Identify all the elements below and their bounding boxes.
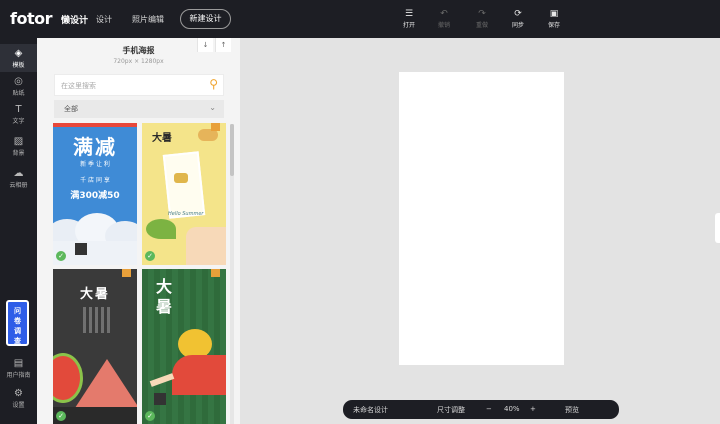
redo-button[interactable]: ↷ 重做 — [467, 8, 497, 29]
rail-item-templates[interactable]: ◈ 模板 — [0, 44, 37, 72]
rail-item-stickers[interactable]: ◎ 贴纸 — [0, 76, 37, 97]
check-icon: ✓ — [56, 251, 66, 261]
calendar-grid — [83, 307, 113, 333]
zoom-level: 40% — [504, 405, 520, 413]
nav-design[interactable]: 设计 — [96, 14, 112, 25]
preview-button[interactable]: 预览 — [565, 405, 579, 415]
template-panel: ↓ ↑ 手机海报 720px × 1280px ⚲ 全部 ⌄ 满减 新 季 让 … — [37, 38, 240, 424]
guide-icon: ▤ — [13, 358, 24, 369]
rail-item-label: 背景 — [12, 150, 25, 157]
rail-item-user-guide[interactable]: ▤ 用户指南 — [0, 358, 37, 379]
rail-item-label: 文字 — [12, 118, 25, 125]
rail-item-label: 云相册 — [9, 182, 28, 189]
hamburger-icon: ☰ — [404, 9, 414, 19]
top-bar: fotor 懒设计 设计 照片编辑 新建设计 ☰ 打开 ↶ 撤销 ↷ 重做 ⟳ … — [0, 0, 720, 38]
hand-decoration — [186, 227, 226, 265]
cloud-upload-icon: ☁ — [13, 168, 24, 179]
fotor-logo[interactable]: fotor — [10, 9, 52, 28]
save-icon: ▣ — [549, 9, 559, 19]
rail-item-label: 设置 — [12, 402, 25, 409]
undo-label: 撤销 — [437, 22, 450, 29]
background-icon: ▨ — [13, 136, 24, 147]
watermelon-seat — [172, 355, 226, 395]
left-rail: ◈ 模板 ◎ 贴纸 T 文字 ▨ 背景 ☁ 云相册 问卷调查 ▤ 用户指南 ⚙ … — [0, 38, 37, 424]
search-icon[interactable]: ⚲ — [209, 77, 218, 91]
photo-frame — [162, 151, 206, 219]
check-icon: ✓ — [145, 411, 155, 421]
rail-item-cloud-album[interactable]: ☁ 云相册 — [0, 168, 37, 189]
rail-item-settings[interactable]: ⚙ 设置 — [0, 388, 37, 409]
rail-item-background[interactable]: ▨ 背景 — [0, 136, 37, 157]
design-artboard[interactable] — [399, 72, 564, 365]
gear-icon: ⚙ — [14, 388, 23, 399]
undo-icon: ↶ — [440, 9, 448, 19]
new-design-button[interactable]: 新建设计 — [180, 9, 231, 29]
survey-button[interactable]: 问卷调查 — [6, 300, 29, 346]
bottom-toolbar: 未命名设计 尺寸调整 − 40% + 预览 — [343, 400, 619, 419]
template-script: Hello Summer — [168, 211, 204, 217]
survey-label: 问卷调查 — [14, 307, 21, 345]
template-line: 新 季 让 利 — [80, 161, 110, 168]
redo-label: 重做 — [475, 22, 488, 29]
car-decoration — [174, 173, 188, 183]
template-headline: 大暑 — [79, 287, 110, 302]
search-box: ⚲ — [54, 74, 224, 96]
template-line: 千 店 同 享 — [80, 177, 110, 184]
sync-label: 同步 — [511, 22, 524, 29]
rail-item-label: 用户指南 — [6, 372, 31, 379]
check-icon: ✓ — [56, 411, 66, 421]
qr-code — [154, 393, 166, 405]
corner-ribbon — [53, 123, 137, 127]
text-icon: T — [15, 104, 22, 115]
crown-icon — [211, 269, 220, 277]
check-icon: ✓ — [145, 251, 155, 261]
category-value: 全部 — [64, 105, 78, 113]
sync-button[interactable]: ⟳ 同步 — [503, 8, 533, 29]
resize-button[interactable]: 尺寸调整 — [437, 405, 465, 415]
rail-item-label: 贴纸 — [12, 90, 25, 97]
side-panel-handle[interactable] — [715, 213, 720, 243]
rail-item-text[interactable]: T 文字 — [0, 104, 37, 125]
category-select[interactable]: 全部 ⌄ — [54, 100, 224, 118]
panel-size: 720px × 1280px — [113, 58, 164, 65]
search-input[interactable] — [61, 79, 201, 93]
zoom-in-button[interactable]: + — [530, 405, 536, 413]
sync-icon: ⟳ — [514, 9, 522, 19]
chevron-down-icon: ⌄ — [209, 103, 216, 112]
leaf-decoration — [146, 219, 176, 239]
scrollbar-thumb[interactable] — [230, 124, 234, 176]
save-button[interactable]: ▣ 保存 — [539, 8, 569, 29]
template-card[interactable]: 满减 新 季 让 利 千 店 同 享 满300减50 ✓ — [53, 123, 137, 265]
cloud-base — [53, 241, 137, 265]
zoom-out-button[interactable]: − — [486, 405, 492, 413]
watermelon-mountain — [73, 359, 137, 411]
template-card[interactable]: 大暑 ✓ — [53, 269, 137, 424]
template-headline: 大暑 — [152, 133, 172, 144]
template-card[interactable]: 大暑 ✓ — [142, 269, 226, 424]
template-headline: 大暑 — [156, 277, 173, 316]
redo-icon: ↷ — [478, 9, 486, 19]
crown-icon — [122, 269, 131, 277]
save-label: 保存 — [547, 22, 560, 29]
nav-photo-edit[interactable]: 照片编辑 — [132, 14, 164, 25]
panel-title: 手机海报 — [122, 46, 155, 55]
template-headline: 满减 — [73, 135, 117, 159]
rail-item-label: 模板 — [12, 62, 25, 69]
open-button[interactable]: ☰ 打开 — [394, 8, 424, 29]
layers-icon: ◈ — [14, 48, 23, 59]
crown-icon — [211, 123, 220, 131]
sticker-icon: ◎ — [14, 76, 23, 87]
logo-subtitle: 懒设计 — [61, 16, 89, 26]
open-label: 打开 — [402, 22, 415, 29]
template-offer: 满300减50 — [70, 191, 120, 201]
qr-code — [75, 243, 87, 255]
template-card[interactable]: 大暑 Hello Summer ✓ — [142, 123, 226, 265]
document-name[interactable]: 未命名设计 — [353, 405, 388, 415]
undo-button[interactable]: ↶ 撤销 — [429, 8, 459, 29]
